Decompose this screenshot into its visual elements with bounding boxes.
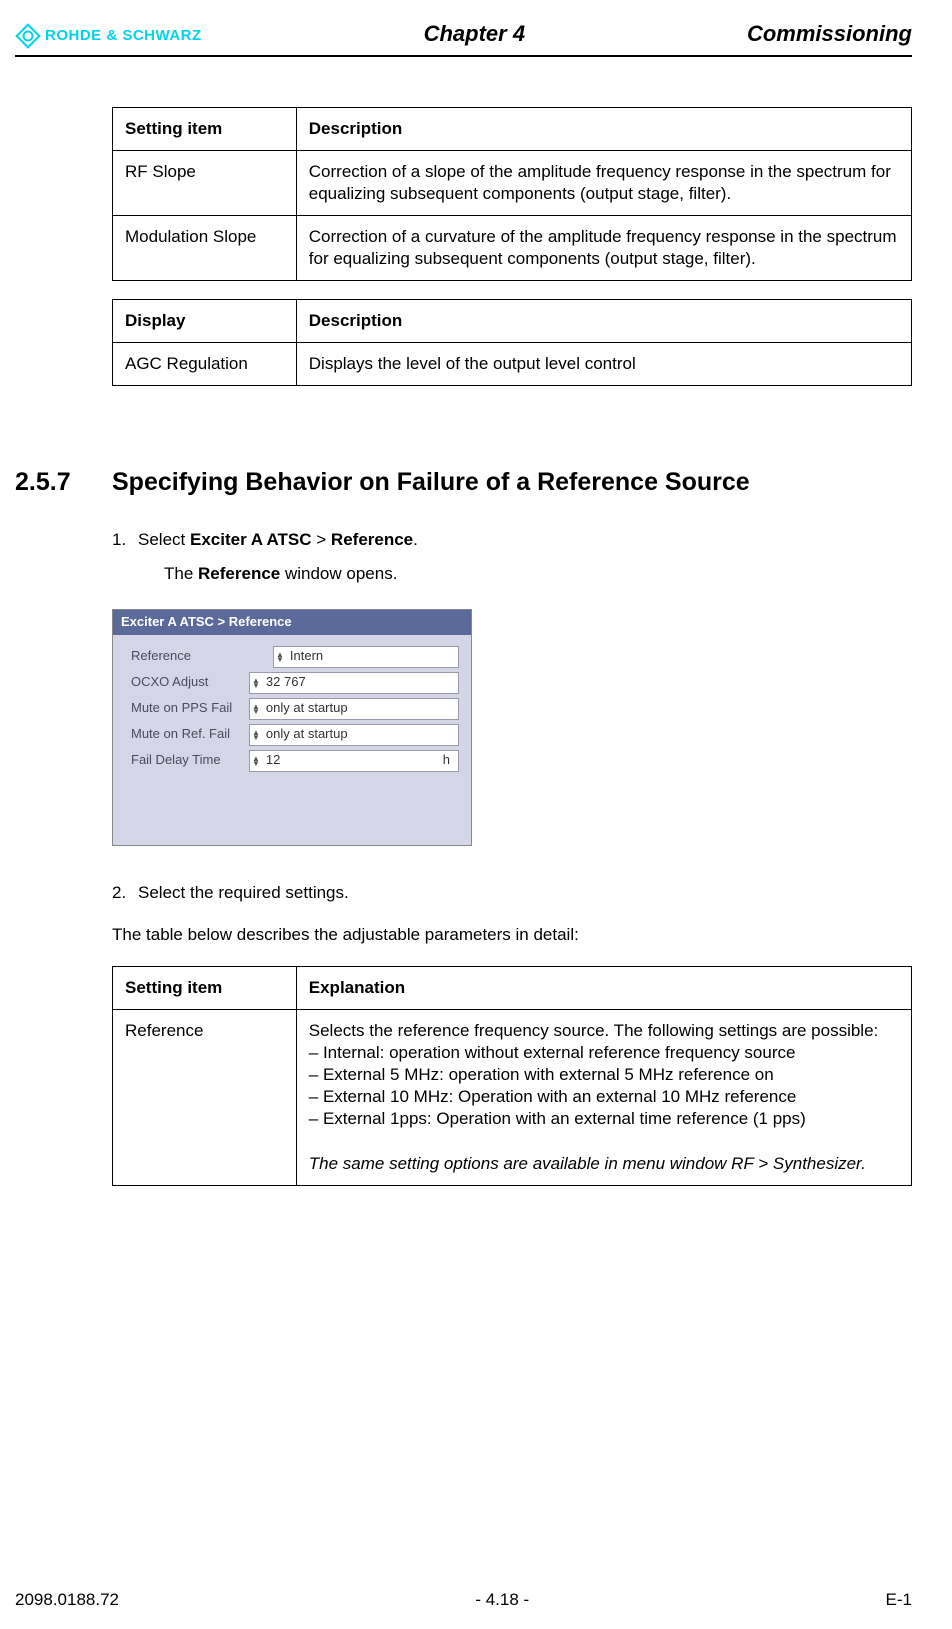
logo-icon <box>15 23 41 49</box>
table-header: Display <box>113 300 297 343</box>
table-row: Modulation Slope Correction of a curvatu… <box>113 215 912 280</box>
step-text: Select Exciter A ATSC > Reference. <box>138 530 418 549</box>
step-subtext: The Reference window opens. <box>164 563 912 585</box>
cell-intro: Selects the reference frequency source. … <box>309 1021 879 1040</box>
text: Select <box>138 530 190 549</box>
step-text: Select the required settings. <box>138 883 349 902</box>
cell: Reference <box>113 1010 297 1186</box>
section-heading: 2.5.7 Specifying Behavior on Failure of … <box>15 466 912 499</box>
table-header: Setting item <box>113 107 297 150</box>
window-titlebar: Exciter A ATSC > Reference <box>113 610 471 635</box>
logo-text: ROHDE & SCHWARZ <box>45 26 202 46</box>
spinner-icon: ▲▼ <box>252 704 260 714</box>
footer-left: 2098.0188.72 <box>15 1589 119 1611</box>
unit-suffix: h <box>443 752 454 769</box>
page-title: Commissioning <box>747 20 912 49</box>
field-label: Fail Delay Time <box>131 752 249 769</box>
cell: Correction of a slope of the amplitude f… <box>296 150 911 215</box>
bullet: – External 1pps: Operation with an exter… <box>309 1109 806 1128</box>
table-header: Setting item <box>113 967 297 1010</box>
step-number: 1. <box>112 529 126 551</box>
field-row-fail-delay: Fail Delay Time ▲▼ 12 h <box>131 749 459 773</box>
field-value: only at startup <box>266 700 348 717</box>
settings-table-3: Setting item Explanation Reference Selec… <box>112 966 912 1186</box>
section-title: Specifying Behavior on Failure of a Refe… <box>112 466 750 499</box>
spinner-icon: ▲▼ <box>252 678 260 688</box>
brand-logo: ROHDE & SCHWARZ <box>15 23 202 49</box>
field-label: Reference <box>131 648 249 665</box>
field-label: OCXO Adjust <box>131 674 249 691</box>
field-row-reference: Reference ▲▼ Intern <box>131 645 459 669</box>
cell: Modulation Slope <box>113 215 297 280</box>
page-footer: 2098.0188.72 - 4.18 - E-1 <box>15 1589 912 1611</box>
chapter-label: Chapter 4 <box>424 20 525 49</box>
table-header: Explanation <box>296 967 911 1010</box>
text: The <box>164 564 198 583</box>
step-2: 2. Select the required settings. <box>112 882 912 904</box>
field-label: Mute on Ref. Fail <box>131 726 249 743</box>
field-value: Intern <box>290 648 323 665</box>
text: . <box>413 530 418 549</box>
footer-right: E-1 <box>886 1589 912 1611</box>
section-number: 2.5.7 <box>15 466 112 499</box>
menu-path-bold: Reference <box>331 530 413 549</box>
bullet: – External 5 MHz: operation with externa… <box>309 1065 774 1084</box>
mute-ref-select[interactable]: ▲▼ only at startup <box>249 724 459 746</box>
cell: Selects the reference frequency source. … <box>296 1010 911 1186</box>
reference-select[interactable]: ▲▼ Intern <box>273 646 459 668</box>
window-name-bold: Reference <box>198 564 280 583</box>
table-row: AGC Regulation Displays the level of the… <box>113 343 912 386</box>
window-body: Reference ▲▼ Intern OCXO Adjust ▲▼ 32 76… <box>113 635 471 845</box>
spinner-icon: ▲▼ <box>252 730 260 740</box>
field-row-ocxo: OCXO Adjust ▲▼ 32 767 <box>131 671 459 695</box>
field-label: Mute on PPS Fail <box>131 700 249 717</box>
field-value: 12 <box>266 752 280 769</box>
fail-delay-input[interactable]: ▲▼ 12 h <box>249 750 459 772</box>
cell: Correction of a curvature of the amplitu… <box>296 215 911 280</box>
table-header: Description <box>296 107 911 150</box>
paragraph: The table below describes the adjustable… <box>112 924 912 946</box>
table-row: RF Slope Correction of a slope of the am… <box>113 150 912 215</box>
page-header: ROHDE & SCHWARZ Chapter 4 Commissioning <box>15 20 912 57</box>
field-value: only at startup <box>266 726 348 743</box>
field-value: 32 767 <box>266 674 306 691</box>
field-row-mute-pps: Mute on PPS Fail ▲▼ only at startup <box>131 697 459 721</box>
bullet: – Internal: operation without external r… <box>309 1043 796 1062</box>
step-number: 2. <box>112 882 126 904</box>
menu-path-bold: Exciter A ATSC <box>190 530 312 549</box>
cell: AGC Regulation <box>113 343 297 386</box>
cell: Displays the level of the output level c… <box>296 343 911 386</box>
reference-window-screenshot: Exciter A ATSC > Reference Reference ▲▼ … <box>112 609 472 846</box>
text: window opens. <box>280 564 397 583</box>
ocxo-adjust-input[interactable]: ▲▼ 32 767 <box>249 672 459 694</box>
table-header: Description <box>296 300 911 343</box>
footer-center: - 4.18 - <box>475 1589 529 1611</box>
settings-table-1: Setting item Description RF Slope Correc… <box>112 107 912 281</box>
text: > <box>312 530 331 549</box>
cell: RF Slope <box>113 150 297 215</box>
spinner-icon: ▲▼ <box>252 756 260 766</box>
step-1: 1. Select Exciter A ATSC > Reference. Th… <box>112 529 912 585</box>
spinner-icon: ▲▼ <box>276 652 284 662</box>
bullet: – External 10 MHz: Operation with an ext… <box>309 1087 797 1106</box>
cell-note: The same setting options are available i… <box>309 1154 866 1173</box>
field-row-mute-ref: Mute on Ref. Fail ▲▼ only at startup <box>131 723 459 747</box>
settings-table-2: Display Description AGC Regulation Displ… <box>112 299 912 386</box>
table-row: Reference Selects the reference frequenc… <box>113 1010 912 1186</box>
mute-pps-select[interactable]: ▲▼ only at startup <box>249 698 459 720</box>
